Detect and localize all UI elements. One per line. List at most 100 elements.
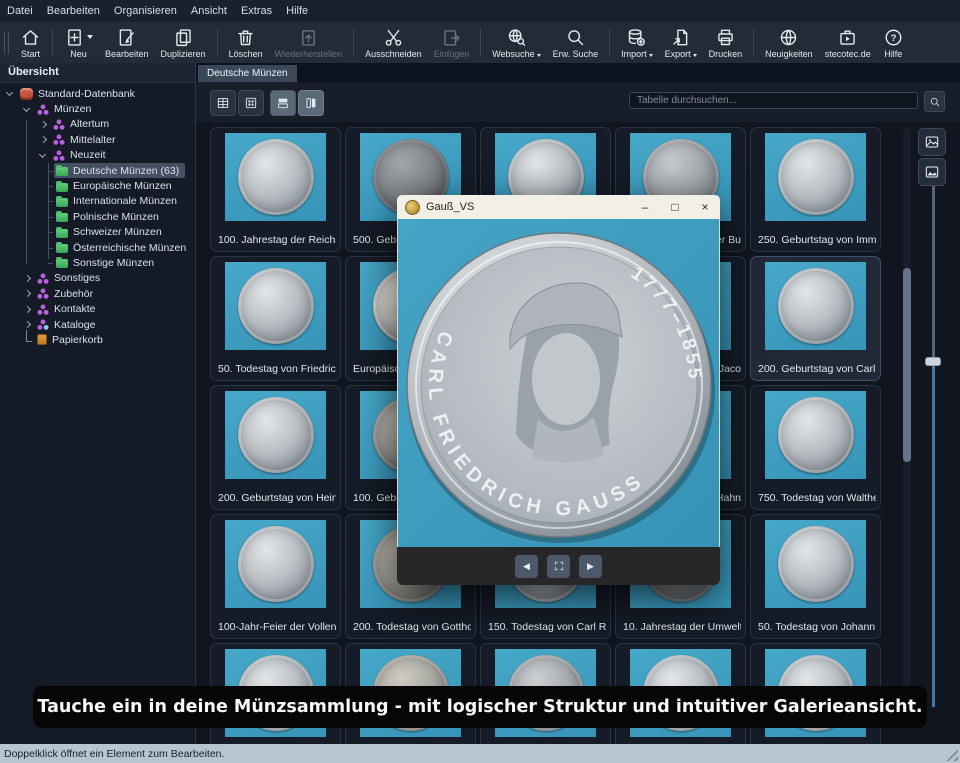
sidebar-item-polnische-m-nzen[interactable]: Polnische Münzen	[0, 209, 195, 224]
gallery-card[interactable]: 200. Geburtstag von Carl Frie...	[750, 256, 881, 381]
toolbar-button-neu[interactable]: Neu	[58, 25, 99, 60]
coin-caption: 200. Geburtstag von Heinrich...	[218, 492, 336, 504]
menu-ansicht[interactable]: Ansicht	[184, 1, 234, 22]
sidebar-item-zubeh-r[interactable]: Zubehör	[0, 286, 195, 301]
next-image-button[interactable]: ▶	[579, 554, 602, 578]
sidebar-item-sonstige-m-nzen[interactable]: Sonstige Münzen	[0, 255, 195, 270]
gallery-card[interactable]: 200. Geburtstag von Heinrich...	[210, 385, 341, 510]
resize-grip[interactable]	[945, 748, 958, 761]
tree-item-label-box: Papierkorb	[35, 332, 109, 347]
previous-image-button[interactable]: ◀	[515, 554, 538, 578]
zoom-slider-fill[interactable]	[932, 366, 935, 707]
maximize-button[interactable]: □	[660, 195, 690, 219]
image-viewer-titlebar[interactable]: Gauß_VS – □ ×	[397, 195, 720, 219]
dropdown-caret-icon[interactable]	[692, 54, 697, 57]
toolbar-button-websuche[interactable]: Websuche	[486, 25, 546, 60]
sidebar-item-deutsche-m-nzen-63[interactable]: Deutsche Münzen (63)	[0, 163, 195, 179]
tree-item-label-box: Schweizer Münzen	[54, 225, 168, 240]
fullscreen-button[interactable]	[547, 554, 570, 578]
view-button-split-vertical[interactable]	[298, 90, 324, 116]
view-button-table-view[interactable]	[210, 90, 236, 116]
zoom-slider-handle[interactable]	[925, 357, 941, 366]
coin-caption: 200. Geburtstag von Carl Frie...	[758, 363, 876, 375]
toolbar-button-bearbeiten[interactable]: Bearbeiten	[99, 25, 155, 60]
toolbar-button-einf-gen[interactable]: Einfügen	[428, 25, 476, 60]
sidebar-header: Übersicht	[0, 63, 195, 83]
web-search-icon	[508, 28, 526, 46]
sidebar-item-sonstiges[interactable]: Sonstiges	[0, 271, 195, 286]
sidebar-item-internationale-m-nzen[interactable]: Internationale Münzen	[0, 194, 195, 209]
gallery-card[interactable]: 750. Todestag von Walther v...	[750, 385, 881, 510]
tree-expander-icon[interactable]	[38, 135, 48, 145]
toolbar-button-erw-suche[interactable]: Erw. Suche	[547, 25, 605, 60]
toolbar-button-l-schen[interactable]: Löschen	[223, 25, 269, 60]
tree-expander-icon[interactable]	[5, 89, 15, 99]
tree-item-label-box: Polnische Münzen	[54, 209, 165, 224]
toolbar-button-export[interactable]: Export	[659, 25, 703, 60]
fullscreen-icon	[554, 561, 563, 571]
gallery-card[interactable]: 250. Geburtstag von Immanu...	[750, 127, 881, 252]
coin-image	[777, 139, 854, 215]
toolbar-button-neuigkeiten[interactable]: Neuigkeiten	[759, 25, 819, 60]
tree-item-label-box: Kataloge	[35, 317, 101, 332]
minimize-button[interactable]: –	[630, 195, 660, 219]
tree-expander-icon[interactable]	[22, 289, 32, 299]
sidebar-item-papierkorb[interactable]: Papierkorb	[0, 329, 195, 347]
close-button[interactable]: ×	[690, 195, 720, 219]
toolbar-button-drucken[interactable]: Drucken	[703, 25, 749, 60]
search-button[interactable]	[924, 91, 945, 112]
toolbar-button-label: Wiederherstellen	[274, 49, 343, 59]
sidebar-item-altertum[interactable]: Altertum	[0, 117, 195, 132]
tree-expander-icon[interactable]	[38, 119, 48, 129]
gauss-coin-illustration: CARL FRIEDRICH GAUSS 1777–1855	[406, 232, 715, 543]
search-input[interactable]	[629, 92, 918, 109]
gallery-card[interactable]: 100-Jahr-Feier der Vollendun...	[210, 514, 341, 639]
tree-item-label-box: Neuzeit	[51, 148, 112, 163]
toolbar-button-stecotec-de[interactable]: stecotec.de	[819, 25, 877, 60]
image-viewer-title: Gauß_VS	[426, 201, 475, 213]
sidebar-item-neuzeit[interactable]: Neuzeit	[0, 148, 195, 163]
tree-item-label: Sonstiges	[54, 272, 101, 285]
view-button-thumbnail-view[interactable]	[238, 90, 264, 116]
dropdown-caret-icon[interactable]	[648, 54, 653, 57]
toolbar-button-hilfe[interactable]: ? Hilfe	[877, 25, 910, 60]
dropdown-caret-icon[interactable]	[87, 35, 93, 39]
menu-hilfe[interactable]: Hilfe	[279, 1, 315, 22]
toolbar-button-import[interactable]: Import	[615, 25, 659, 60]
tree-item-label-box: Österreichische Münzen	[54, 240, 192, 255]
gallery-card[interactable]: 100. Jahrestag der Reichsgrü...	[210, 127, 341, 252]
sidebar-item-kontakte[interactable]: Kontakte	[0, 301, 195, 316]
tree-expander-icon[interactable]	[22, 273, 32, 283]
tree-expander-icon[interactable]	[38, 150, 48, 160]
toolbar-button-ausschneiden[interactable]: Ausschneiden	[359, 25, 428, 60]
sidebar-item-standard-datenbank[interactable]: Standard-Datenbank	[0, 86, 195, 101]
menu-bearbeiten[interactable]: Bearbeiten	[40, 1, 107, 22]
split-horizontal-icon	[278, 98, 288, 109]
sidebar-item-europ-ische-m-nzen[interactable]: Europäische Münzen	[0, 178, 195, 193]
toolbar-button-wiederherstellen[interactable]: Wiederherstellen	[269, 25, 349, 60]
toolbar-grip[interactable]	[4, 31, 9, 54]
gallery-card[interactable]: 50. Todestag von Friedrich Eb...	[210, 256, 341, 381]
folder-icon	[56, 180, 68, 192]
toolbar-button-duplizieren[interactable]: Duplizieren	[155, 25, 212, 60]
zoom-slider-track[interactable]	[932, 186, 935, 358]
thumbnail-smaller-button[interactable]	[918, 158, 946, 186]
coin-image	[237, 139, 314, 215]
menu-extras[interactable]: Extras	[234, 1, 279, 22]
menu-datei[interactable]: Datei	[0, 1, 40, 22]
tree-expander-icon[interactable]	[22, 104, 32, 114]
thumbnail-larger-button[interactable]	[918, 128, 946, 156]
sidebar-item-m-nzen[interactable]: Münzen	[0, 101, 195, 116]
dropdown-caret-icon[interactable]	[536, 54, 541, 57]
view-button-split-horizontal[interactable]	[270, 90, 296, 116]
sidebar-item-sterreichische-m-nzen[interactable]: Österreichische Münzen	[0, 240, 195, 255]
tree-expander-icon[interactable]	[22, 320, 32, 330]
toolbar-button-start[interactable]: Start	[14, 25, 47, 60]
sidebar-item-schweizer-m-nzen[interactable]: Schweizer Münzen	[0, 225, 195, 240]
gallery-card[interactable]: 50. Todestag von Johann Wol...	[750, 514, 881, 639]
gallery-scrollbar-thumb[interactable]	[903, 268, 911, 462]
coin-image	[237, 268, 314, 344]
sidebar-item-mittelalter[interactable]: Mittelalter	[0, 132, 195, 147]
menu-organisieren[interactable]: Organisieren	[107, 1, 184, 22]
tree-expander-icon[interactable]	[22, 304, 32, 314]
